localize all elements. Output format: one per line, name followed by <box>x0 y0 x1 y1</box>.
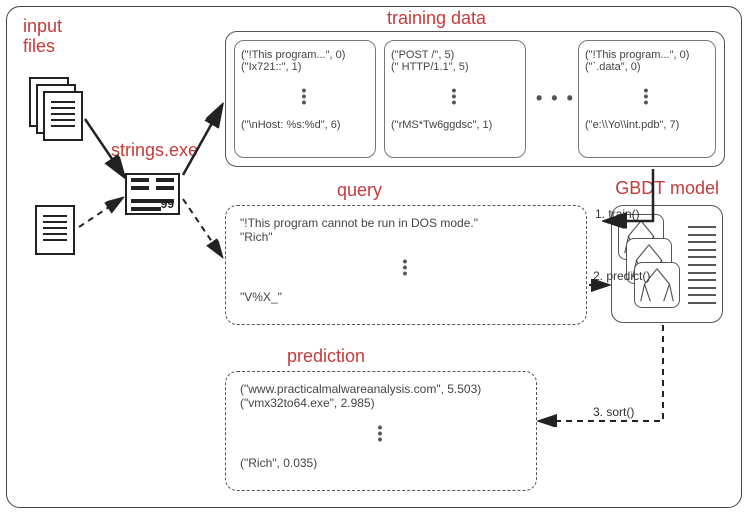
arrows-layer <box>7 7 741 507</box>
